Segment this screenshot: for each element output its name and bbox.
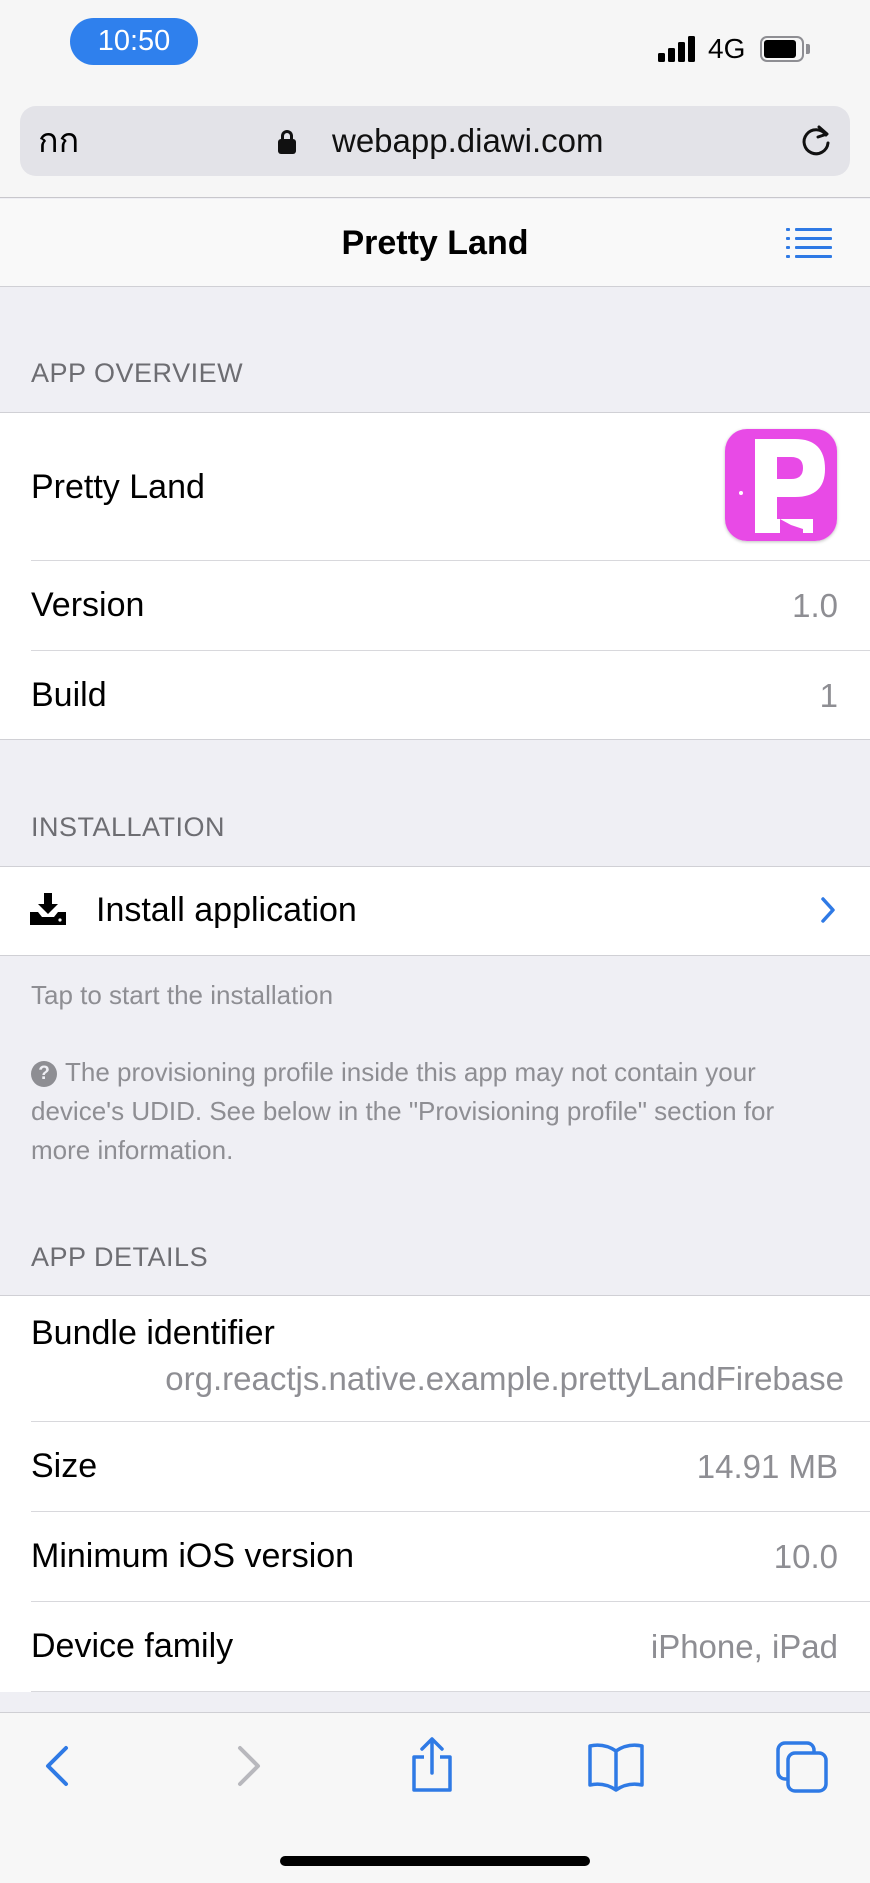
install-hint: Tap to start the installation — [31, 980, 334, 1010]
app-overview-group: Pretty Land Version 1.0 Build 1 — [0, 412, 870, 740]
address-bar[interactable]: กก webapp.diawi.com — [20, 106, 850, 176]
device-family-row: Device family iPhone, iPad — [0, 1602, 870, 1692]
device-family-value: iPhone, iPad — [650, 1628, 838, 1665]
lock-icon — [278, 130, 296, 154]
installation-group: Install application — [0, 866, 870, 956]
url-text[interactable]: webapp.diawi.com — [332, 106, 603, 176]
build-row: Build 1 — [0, 651, 870, 739]
bundle-identifier-row: Bundle identifier org.reactjs.native.exa… — [0, 1296, 870, 1422]
min-ios-row: Minimum iOS version 10.0 — [0, 1512, 870, 1602]
question-circle-icon: ? — [31, 1061, 57, 1087]
version-label: Version — [31, 586, 145, 624]
cellular-signal-icon — [658, 34, 698, 62]
status-time[interactable]: 10:50 — [70, 18, 198, 65]
bundle-identifier-label: Bundle identifier — [31, 1314, 275, 1352]
section-header-app-details: APP DETAILS — [31, 1242, 209, 1272]
app-details-group: Bundle identifier org.reactjs.native.exa… — [0, 1295, 870, 1692]
status-bar: 10:50 4G — [0, 0, 870, 98]
app-name: Pretty Land — [31, 468, 205, 506]
install-application-label[interactable]: Install application — [96, 891, 357, 930]
bookmarks-icon[interactable] — [586, 1735, 646, 1795]
app-name-row: Pretty Land — [0, 413, 870, 561]
battery-icon — [760, 36, 810, 62]
version-value: 1.0 — [792, 587, 838, 624]
version-row: Version 1.0 — [0, 561, 870, 651]
page-title: Pretty Land — [341, 224, 529, 262]
tabs-icon[interactable] — [772, 1735, 832, 1795]
provisioning-note-text: The provisioning profile inside this app… — [31, 1057, 775, 1165]
build-label: Build — [31, 676, 107, 714]
bundle-identifier-value: org.reactjs.native.example.prettyLandFir… — [165, 1360, 844, 1397]
device-family-label: Device family — [31, 1627, 234, 1665]
provisioning-note: ? The provisioning profile inside this ap… — [31, 1053, 831, 1170]
size-row: Size 14.91 MB — [0, 1422, 870, 1512]
list-menu-icon[interactable] — [786, 227, 832, 259]
download-icon — [30, 893, 66, 925]
back-icon[interactable] — [28, 1735, 88, 1795]
min-ios-value: 10.0 — [773, 1538, 838, 1575]
app-icon — [725, 429, 837, 541]
section-header-installation: INSTALLATION — [31, 812, 226, 842]
min-ios-label: Minimum iOS version — [31, 1537, 355, 1575]
section-header-app-overview: APP OVERVIEW — [31, 358, 244, 388]
size-label: Size — [31, 1447, 98, 1485]
chevron-right-icon[interactable] — [820, 896, 836, 924]
network-type: 4G — [708, 33, 746, 64]
reload-icon[interactable] — [798, 123, 834, 159]
page-format-button[interactable]: กก — [38, 106, 79, 176]
install-application-row[interactable]: Install application — [0, 867, 870, 955]
forward-icon[interactable] — [218, 1735, 278, 1795]
size-value: 14.91 MB — [696, 1448, 838, 1485]
share-icon[interactable] — [402, 1735, 462, 1795]
build-value: 1 — [819, 677, 838, 714]
browser-address-area: กก webapp.diawi.com — [0, 98, 870, 198]
home-indicator[interactable] — [280, 1856, 590, 1866]
page-navbar: Pretty Land — [0, 199, 870, 287]
